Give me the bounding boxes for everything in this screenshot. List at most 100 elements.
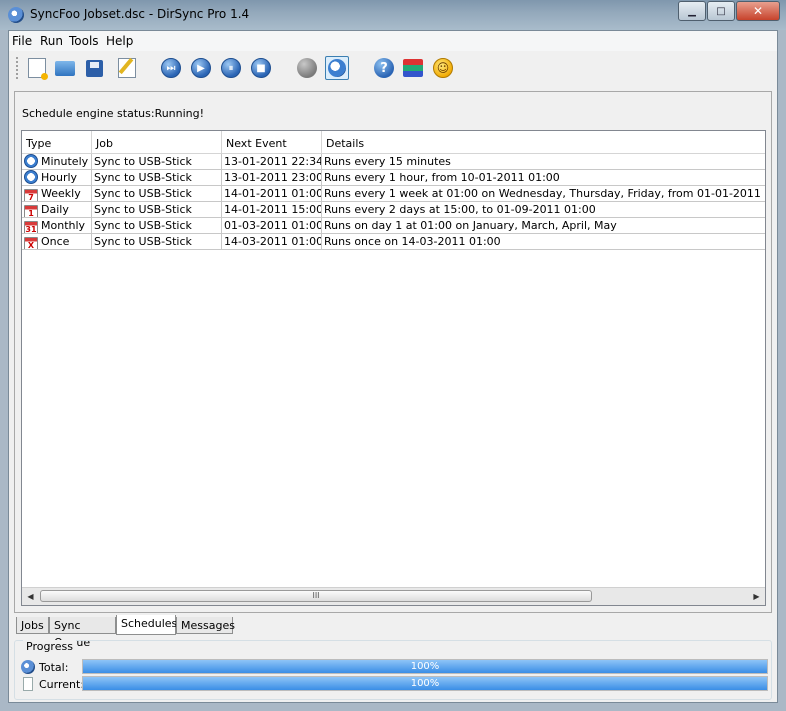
manual-button[interactable] [401,56,425,80]
tab-messages[interactable]: Messages [176,617,235,634]
save-button[interactable] [82,56,106,80]
client-area: File Run Tools Help ⏭ ▶ ⏸ ■? ☺ Schedule engi… [8,30,778,703]
maximize-button[interactable]: □ [707,1,735,21]
schedule-type-text: Minutely [41,155,89,168]
edit-button[interactable] [115,56,139,80]
analyze-icon: ⏭ [161,58,181,78]
menu-run[interactable]: Run [40,34,63,48]
file-icon [23,677,33,691]
progress-title: Progress [23,640,76,653]
title-bar[interactable]: SyncFoo Jobset.dsc - DirSync Pro 1.4 ▁ □… [0,0,786,30]
menu-help[interactable]: Help [106,34,133,48]
open-button[interactable] [53,56,77,80]
current-progress-text: 100% [410,678,440,689]
smiley-button[interactable]: ☺ [431,56,455,80]
cell-details: Runs every 1 hour, from 10-01-2011 01:00 [322,170,765,186]
minimize-button[interactable]: ▁ [678,1,706,21]
window-controls: ▁ □ ✕ [677,1,780,21]
column-header-job[interactable]: Job [92,131,222,153]
column-header-type[interactable]: Type [22,131,92,153]
menu-tools[interactable]: Tools [69,34,99,48]
schedule-type-text: Weekly [41,187,81,200]
edit-icon [118,58,136,78]
schedule-type-text: Once [41,235,70,248]
app-window: SyncFoo Jobset.dsc - DirSync Pro 1.4 ▁ □… [0,0,786,711]
cell-next-event: 13-01-2011 23:00 [222,170,322,186]
smiley-icon: ☺ [433,58,453,78]
cell-details: Runs every 2 days at 15:00, to 01-09-201… [322,202,765,218]
table-row[interactable]: X Once Sync to USB-Stick 14-03-2011 01:00 Ru… [22,234,765,250]
cell-details: Runs every 1 week at 01:00 on Wednesday,… [322,186,765,202]
window-title: SyncFoo Jobset.dsc - DirSync Pro 1.4 [30,7,250,21]
progress-group: Progress Total: 100% Current: 100% [14,640,772,700]
schedule-type-text: Monthly [41,219,86,232]
total-progress-text: 100% [410,661,440,672]
new-jobset-button[interactable] [25,56,49,80]
menu-file[interactable]: File [12,34,32,48]
close-button[interactable]: ✕ [736,1,780,21]
tab-jobs[interactable]: Jobs [16,617,49,634]
clock-icon [24,170,38,184]
pause-button[interactable]: ⏸ [219,56,243,80]
cell-type: Minutely [22,154,92,170]
analyze-button[interactable]: ⏭ [159,56,183,80]
app-icon[interactable] [8,7,24,23]
schedules-panel: Schedule engine status:Running! Type Job… [14,91,772,613]
tab-sync-queue[interactable]: Sync Queue [49,617,116,649]
cell-job: Sync to USB-Stick [92,234,222,250]
calendar-icon: 31 [24,221,38,233]
table-row[interactable]: Minutely Sync to USB-Stick 13-01-2011 22:3… [22,154,765,170]
close-icon: ✕ [752,4,764,18]
cell-job: Sync to USB-Stick [92,202,222,218]
maximize-icon: □ [716,5,726,17]
disabled-icon [297,58,317,78]
total-progress-bar: 100% [82,659,768,674]
cell-details: Runs once on 14-03-2011 01:00 [322,234,765,250]
cell-job: Sync to USB-Stick [92,170,222,186]
calendar-icon: 7 [24,189,38,201]
cell-type: X Once [22,234,92,250]
scroll-left-icon[interactable]: ◀ [22,588,39,605]
pause-icon: ⏸ [221,58,241,78]
sync-icon [21,660,35,674]
scroll-right-icon[interactable]: ▶ [748,588,765,605]
toolbar: ⏭ ▶ ⏸ ■? ☺ [9,51,777,85]
cell-details: Runs on day 1 at 01:00 on January, March… [322,218,765,234]
column-header-next-event[interactable]: Next Event [222,131,322,153]
table-row[interactable]: Hourly Sync to USB-Stick 13-01-2011 23:00 R… [22,170,765,186]
minimize-icon: ▁ [688,5,696,17]
help-icon: ? [374,58,394,78]
cell-next-event: 14-01-2011 15:00 [222,202,322,218]
cell-type: Hourly [22,170,92,186]
current-progress-bar: 100% [82,676,768,691]
schedule-engine-button[interactable] [325,56,349,80]
table-row[interactable]: 7 Weekly Sync to USB-Stick 14-01-2011 01:00… [22,186,765,202]
current-label: Current: [39,678,85,691]
calendar-icon: 1 [24,205,38,217]
clock-icon [24,154,38,168]
manual-icon [403,59,423,77]
toolbar-grip[interactable] [16,57,21,79]
total-label: Total: [39,661,69,674]
schedule-engine-status: Schedule engine status:Running! [22,107,205,120]
schedule-type-text: Hourly [41,171,78,184]
stop-button[interactable]: ■ [249,56,273,80]
tab-schedules[interactable]: Schedules [116,615,177,635]
cell-type: 7 Weekly [22,186,92,202]
cell-type: 1 Daily [22,202,92,218]
disabled-button[interactable] [295,56,319,80]
new-jobset-icon [28,58,48,80]
run-button[interactable]: ▶ [189,56,213,80]
cell-next-event: 14-01-2011 01:00 [222,186,322,202]
save-icon [85,59,103,77]
table-header: Type Job Next Event Details [22,131,765,154]
schedule-type-text: Daily [41,203,69,216]
horizontal-scrollbar[interactable]: ◀ III ▶ [22,587,765,605]
help-button[interactable]: ? [372,56,396,80]
cell-type: 31 Monthly [22,218,92,234]
table-row[interactable]: 1 Daily Sync to USB-Stick 14-01-2011 15:00 R… [22,202,765,218]
scrollbar-thumb[interactable]: III [40,590,592,602]
table-row[interactable]: 31 Monthly Sync to USB-Stick 01-03-2011 01:… [22,218,765,234]
cell-job: Sync to USB-Stick [92,186,222,202]
column-header-details[interactable]: Details [322,131,765,153]
